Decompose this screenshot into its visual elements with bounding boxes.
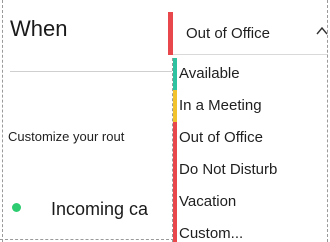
option-color-bar — [173, 218, 177, 242]
option-color-bar — [173, 90, 177, 122]
status-option-out-of-office[interactable]: Out of Office — [173, 122, 330, 154]
option-color-bar — [173, 186, 177, 218]
option-label: Vacation — [179, 193, 237, 210]
option-color-bar — [173, 58, 177, 90]
option-label: Available — [179, 65, 240, 82]
status-option-in-a-meeting[interactable]: In a Meeting — [173, 90, 330, 122]
section-title: When — [10, 16, 68, 41]
panel-edge-left — [2, 0, 3, 242]
status-option-vacation[interactable]: Vacation — [173, 186, 330, 218]
incoming-calls-label: Incoming ca — [51, 199, 149, 219]
option-color-bar — [173, 122, 177, 154]
status-options-list: Available In a Meeting Out of Office Do … — [172, 58, 330, 242]
status-option-available[interactable]: Available — [173, 58, 330, 90]
divider — [10, 71, 180, 72]
status-select[interactable]: Out of Office — [168, 12, 328, 55]
section-description: Customize your rout — [8, 129, 125, 144]
option-label: Do Not Disturb — [179, 161, 278, 178]
select-status-color-bar — [168, 12, 173, 55]
status-option-do-not-disturb[interactable]: Do Not Disturb — [173, 154, 330, 186]
panel-edge-right — [327, 0, 328, 242]
option-label: In a Meeting — [179, 97, 262, 114]
status-select-value: Out of Office — [186, 25, 270, 42]
option-label: Custom... — [179, 225, 244, 242]
status-option-custom[interactable]: Custom... — [173, 218, 330, 242]
status-dot — [12, 203, 21, 212]
option-color-bar — [173, 154, 177, 186]
option-label: Out of Office — [179, 129, 263, 146]
